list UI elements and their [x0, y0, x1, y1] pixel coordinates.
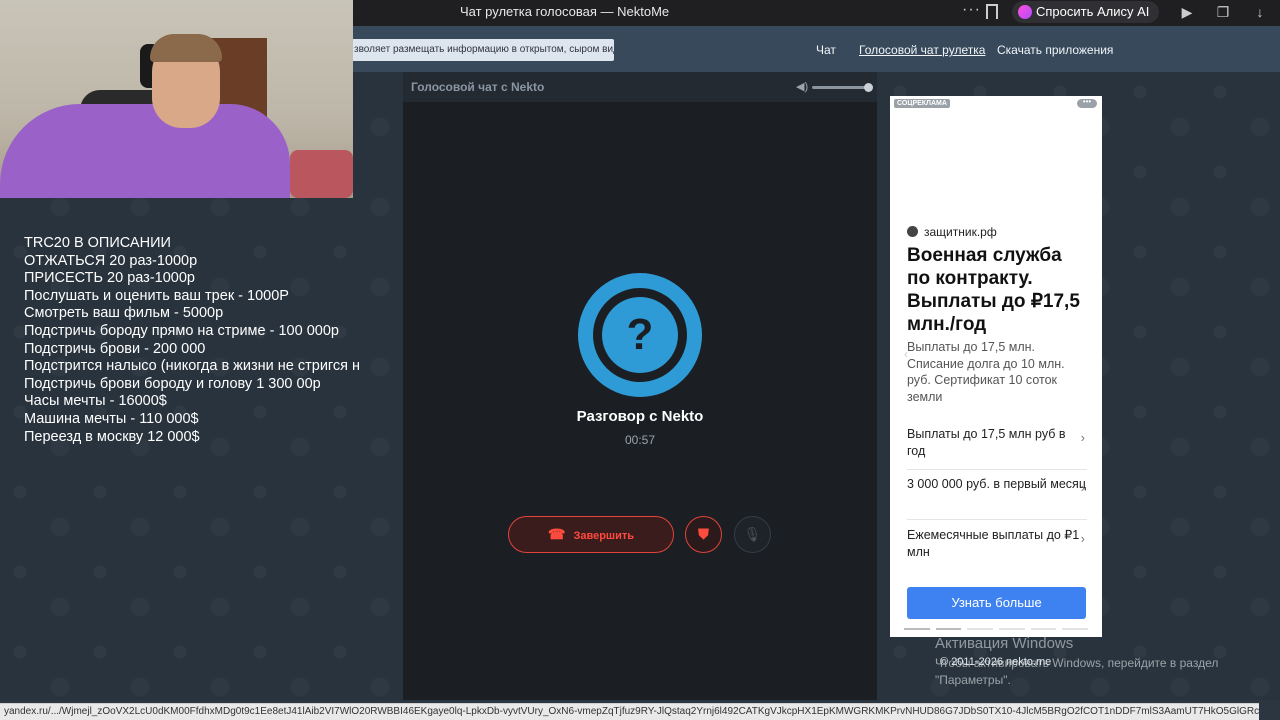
price-list-line: Подстричь брови - 200 000 — [24, 340, 206, 357]
ad-offer-label: 3 000 000 руб. в первый месяц — [907, 477, 1086, 491]
price-list-line: Подстричь брови бороду и голову 1 300 00… — [24, 375, 321, 392]
webcam-person-hair — [150, 34, 222, 62]
voice-chat-panel: Голосовой чат с Nekto ◀) ? Разговор с Ne… — [403, 72, 877, 700]
conversation-title: Разговор с Nekto — [576, 408, 704, 425]
end-call-label: Завершить — [573, 530, 634, 542]
carousel-dot[interactable] — [999, 628, 1025, 630]
price-list-line: Машина мечты - 110 000$ — [24, 410, 199, 427]
ad-description: Выплаты до 17,5 млн. Списание долга до 1… — [907, 340, 1065, 404]
ad-offer-row[interactable]: Ежемесячные выплаты до ₽1 млн › — [907, 521, 1087, 571]
volume-slider[interactable] — [812, 86, 868, 89]
microphone-button[interactable]: 🎙 — [734, 516, 771, 553]
shield-icon: ⛊ — [697, 526, 710, 543]
price-list-line: TRC20 В ОПИСАНИИ — [24, 235, 171, 251]
volume-slider-handle[interactable] — [864, 83, 873, 92]
ad-more-icon[interactable]: ••• — [1077, 98, 1097, 108]
ad-tag: СОЦРЕКЛАМА — [894, 99, 950, 108]
price-list-line: ПРИСЕСТЬ 20 раз-1000р — [24, 270, 195, 287]
report-shield-button[interactable]: ⛊ — [685, 516, 722, 553]
price-list-line: Подстричь бороду прямо на стриме - 100 0… — [24, 322, 339, 339]
ad-domain[interactable]: защитник.рф — [907, 225, 997, 239]
volume-icon[interactable]: ◀) — [796, 81, 808, 93]
carousel-dot[interactable] — [967, 628, 994, 630]
voice-chat-header: Голосовой чат с Nekto ◀) — [403, 72, 877, 102]
ask-alice-label: Спросить Алису AI — [1036, 4, 1150, 19]
bookmark-icon[interactable] — [986, 4, 998, 19]
anonymous-avatar: ? — [578, 273, 702, 397]
nav-link-download-apps[interactable]: Скачать приложения — [997, 43, 1113, 57]
price-list-line: Часы мечты - 16000$ — [24, 393, 167, 410]
webcam-person-shirt — [0, 104, 290, 198]
end-call-button[interactable]: ☎ Завершить — [508, 516, 674, 553]
webcam-overlay — [0, 0, 353, 198]
ad-domain-icon — [907, 226, 918, 237]
ad-offer-row[interactable]: 3 000 000 руб. в первый месяц › — [907, 470, 1087, 520]
more-menu-icon[interactable]: ··· — [962, 1, 981, 19]
carousel-dot[interactable] — [904, 628, 930, 630]
avatar-ring: ? — [593, 288, 687, 382]
chevron-right-icon: › — [1080, 430, 1085, 445]
voice-chat-title: Голосовой чат с Nekto — [411, 80, 545, 94]
carousel-dot[interactable] — [1030, 628, 1057, 630]
windows-activation-title: Активация Windows — [935, 635, 1074, 652]
ad-carousel-dots — [904, 628, 1089, 630]
nav-link-voice-roulette[interactable]: Голосовой чат рулетка — [859, 43, 985, 57]
nav-link-chat[interactable]: Чат — [816, 43, 836, 57]
status-url: yandex.ru/.../Wjmejl_zOoVX2LcU0dKM00Ffdh… — [0, 703, 1259, 720]
notice-banner: зволяет размещать информацию в открытом,… — [350, 39, 614, 61]
hangup-phone-icon: ☎ — [548, 526, 566, 542]
advertisement[interactable]: СОЦРЕКЛАМА ••• защитник.рф Военная служб… — [890, 96, 1102, 637]
site-copyright: © 2011-2026 nekto.me — [940, 656, 1052, 668]
call-timer: 00:57 — [624, 433, 656, 447]
ad-domain-label: защитник.рф — [924, 225, 997, 239]
ad-offer-label: Ежемесячные выплаты до ₽1 млн — [907, 528, 1080, 559]
chevron-right-icon: › — [1080, 531, 1085, 546]
carousel-dot[interactable] — [935, 628, 962, 630]
collections-icon[interactable]: ❐ — [1215, 4, 1231, 20]
price-list-line: Послушать и оценить ваш трек - 1000Р — [24, 287, 289, 304]
price-list-line: Смотреть ваш фильм - 5000р — [24, 305, 224, 322]
carousel-dot[interactable] — [1062, 628, 1089, 630]
ad-headline[interactable]: Военная служба по контракту. Выплаты до … — [907, 244, 1087, 336]
alice-icon — [1018, 5, 1032, 19]
price-list-line: Подстрится налысо (никогда в жизни не ст… — [24, 358, 361, 375]
download-icon[interactable]: ↓ — [1252, 4, 1268, 20]
ad-offer-label: Выплаты до 17,5 млн руб в год — [907, 427, 1066, 458]
price-list-line: ОТЖАТЬСЯ 20 раз-1000р — [24, 252, 198, 269]
stream-price-list: TRC20 В ОПИСАНИИ ОТЖАТЬСЯ 20 раз-1000р П… — [24, 235, 376, 446]
microphone-icon: 🎙 — [743, 526, 762, 542]
question-mark-icon: ? — [602, 297, 678, 373]
ad-offer-row[interactable]: Выплаты до 17,5 млн руб в год › — [907, 420, 1087, 470]
tab-title: Чат рулетка голосовая — NektoMe — [460, 4, 670, 19]
price-list-line: Переезд в москву 12 000$ — [24, 428, 200, 445]
ask-alice-button[interactable]: Спросить Алису AI — [1012, 1, 1160, 23]
ad-cta-button[interactable]: Узнать больше — [907, 587, 1086, 619]
media-play-icon[interactable]: ▶ — [1179, 4, 1195, 20]
webcam-pillow — [290, 150, 353, 198]
chevron-right-icon: › — [1080, 480, 1085, 495]
